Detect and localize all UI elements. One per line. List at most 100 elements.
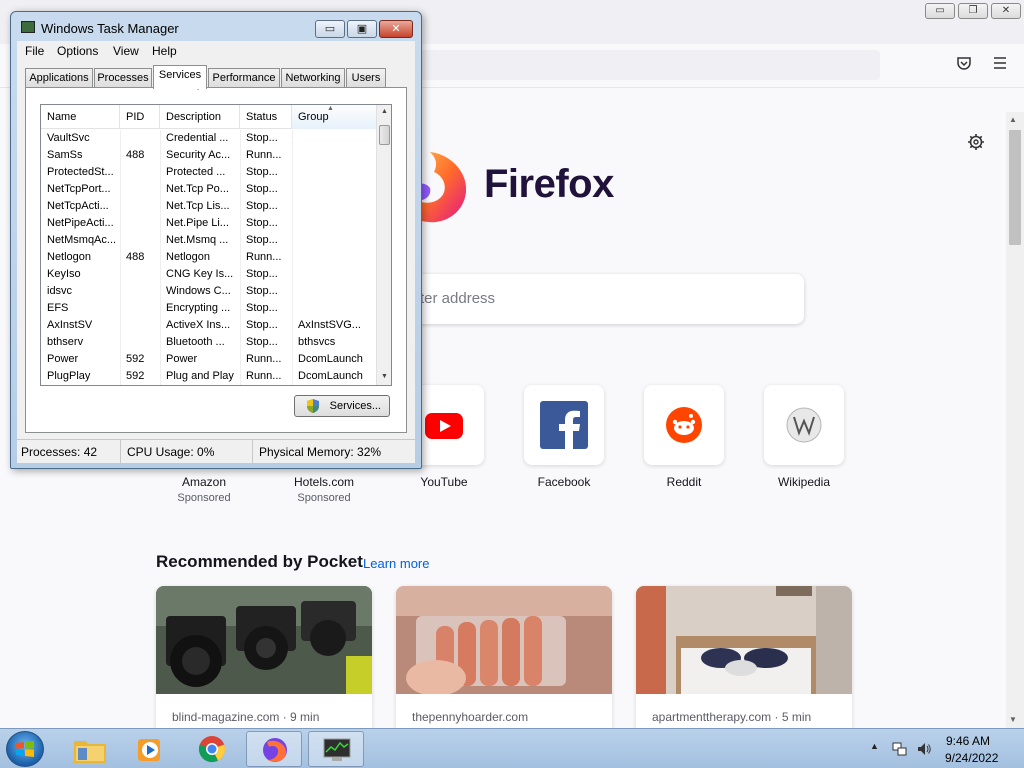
cell-description: Netlogon (166, 251, 211, 263)
volume-icon[interactable] (916, 741, 932, 757)
taskbar-media-player[interactable] (122, 731, 178, 767)
firefox-minimize-button[interactable]: ▭ (925, 3, 955, 19)
cell-group (292, 249, 376, 266)
show-hidden-icons-icon[interactable]: ▲ (870, 741, 879, 751)
pocket-icon[interactable] (954, 55, 974, 75)
service-row[interactable]: VaultSvc Credential ... Stop... (41, 130, 376, 147)
cell-description: Net.Msmq ... (166, 234, 229, 246)
cell-name: VaultSvc (47, 132, 90, 144)
scroll-down-icon[interactable]: ▼ (381, 373, 388, 380)
tab-processes[interactable]: Processes (94, 68, 152, 88)
network-icon[interactable] (892, 741, 908, 757)
service-row[interactable]: Power 592 Power Runn... DcomLaunch (41, 351, 376, 368)
service-row[interactable]: EFS Encrypting ... Stop... (41, 300, 376, 317)
menu-icon[interactable] (990, 55, 1010, 75)
tab-services[interactable]: Services (153, 65, 207, 89)
column-pid[interactable]: PID (120, 105, 160, 129)
sort-ascending-icon: ▲ (327, 105, 334, 112)
facebook-tile[interactable] (524, 385, 604, 465)
tab-networking[interactable]: Networking (281, 68, 345, 88)
taskbar-explorer[interactable] (62, 731, 118, 767)
service-row[interactable]: NetPipeActi... Net.Pipe Li... Stop... (41, 215, 376, 232)
column-group[interactable]: Group (292, 105, 376, 129)
scrollbar-thumb[interactable] (1009, 130, 1021, 245)
task-manager-titlebar[interactable]: Windows Task Manager ▭ ▣ ✕ (11, 12, 421, 42)
taskbar-task-manager[interactable] (308, 731, 364, 767)
services-panel: Name PID Description Status Group ▲ Vaul… (25, 87, 407, 433)
cell-pid: 488 (126, 251, 145, 263)
cell-pid (120, 164, 160, 181)
service-row[interactable]: ProtectedSt... Protected ... Stop... (41, 164, 376, 181)
firefox-maximize-button[interactable]: ❐ (958, 3, 988, 19)
minimize-button[interactable]: ▭ (315, 20, 345, 38)
cell-name: NetTcpActi... (47, 200, 109, 212)
task-manager-window: Windows Task Manager ▭ ▣ ✕ File Options … (10, 11, 422, 469)
page-scrollbar[interactable]: ▲ ▼ (1006, 112, 1024, 728)
menu-view[interactable]: View (113, 44, 139, 58)
taskbar-firefox[interactable] (246, 731, 302, 767)
cell-group (292, 232, 376, 249)
learn-more-link[interactable]: Learn more (363, 556, 429, 571)
clock-date[interactable]: 9/24/2022 (945, 751, 998, 765)
scrollbar-thumb[interactable] (379, 125, 390, 145)
menu-help[interactable]: Help (152, 44, 177, 58)
top-site-facebook[interactable]: Facebook (524, 385, 604, 489)
start-button[interactable] (6, 731, 44, 767)
gear-icon[interactable] (965, 133, 987, 155)
cell-pid: 488 (126, 149, 145, 161)
firefox-icon (263, 738, 287, 762)
cell-description: Protected ... (166, 166, 226, 178)
services-button[interactable]: Services... (294, 395, 390, 417)
cell-pid (120, 334, 160, 351)
service-row[interactable]: NetTcpActi... Net.Tcp Lis... Stop... (41, 198, 376, 215)
scroll-up-icon[interactable]: ▲ (1009, 115, 1017, 124)
scroll-up-icon[interactable]: ▲ (381, 108, 388, 115)
menu-options[interactable]: Options (57, 44, 98, 58)
service-row[interactable]: AxInstSV ActiveX Ins... Stop... AxInstSVG..… (41, 317, 376, 334)
taskbar-chrome[interactable] (184, 731, 240, 767)
close-button[interactable]: ✕ (379, 20, 413, 38)
tab-users[interactable]: Users (346, 68, 386, 88)
maximize-button[interactable]: ▣ (347, 20, 377, 38)
cell-group (292, 266, 376, 283)
cell-name: NetTcpPort... (47, 183, 111, 195)
search-input[interactable]: ter address (400, 274, 804, 324)
tab-performance[interactable]: Performance (208, 68, 280, 88)
cell-description: Security Ac... (166, 149, 231, 161)
wikipedia-tile[interactable] (764, 385, 844, 465)
pocket-card[interactable]: blind-magazine.com · 9 min (156, 586, 372, 728)
url-bar[interactable]: ess (380, 50, 880, 80)
service-row[interactable]: NetMsmqAc... Net.Msmq ... Stop... (41, 232, 376, 249)
cell-description: Bluetooth ... (166, 336, 225, 348)
top-site-wikipedia[interactable]: Wikipedia (764, 385, 844, 489)
firefox-close-button[interactable]: ✕ (991, 3, 1021, 19)
reddit-tile[interactable] (644, 385, 724, 465)
service-row[interactable]: idsvc Windows C... Stop... (41, 283, 376, 300)
pocket-card[interactable]: thepennyhoarder.com (396, 586, 612, 728)
service-row[interactable]: Netlogon 488 Netlogon Runn... (41, 249, 376, 266)
pocket-card[interactable]: apartmenttherapy.com · 5 min (636, 586, 852, 728)
cell-group: AxInstSVG... (298, 319, 361, 331)
clock-time[interactable]: 9:46 AM (946, 734, 990, 748)
menu-file[interactable]: File (25, 44, 44, 58)
window-title: Windows Task Manager (41, 21, 179, 36)
site-label: YouTube (420, 475, 468, 489)
service-row[interactable]: KeyIso CNG Key Is... Stop... (41, 266, 376, 283)
cell-status: Stop... (246, 183, 278, 195)
services-list[interactable]: Name PID Description Status Group ▲ Vaul… (40, 104, 392, 386)
cell-name: NetPipeActi... (47, 217, 114, 229)
services-scrollbar[interactable]: ▲ ▼ (376, 105, 391, 385)
status-cpu: CPU Usage: 0% (123, 440, 253, 464)
scroll-down-icon[interactable]: ▼ (1009, 715, 1017, 724)
tab-applications[interactable]: Applications (25, 68, 93, 88)
service-row[interactable]: SamSs 488 Security Ac... Runn... (41, 147, 376, 164)
column-description[interactable]: Description (160, 105, 240, 129)
column-status[interactable]: Status (240, 105, 292, 129)
service-row[interactable]: bthserv Bluetooth ... Stop... bthsvcs (41, 334, 376, 351)
cell-status: Runn... (246, 149, 282, 161)
service-row[interactable]: NetTcpPort... Net.Tcp Po... Stop... (41, 181, 376, 198)
column-name[interactable]: Name (41, 105, 120, 129)
top-site-reddit[interactable]: Reddit (644, 385, 724, 489)
service-row[interactable]: PlugPlay 592 Plug and Play Runn... DcomLaunc… (41, 368, 376, 385)
cell-group: bthsvcs (298, 336, 336, 348)
